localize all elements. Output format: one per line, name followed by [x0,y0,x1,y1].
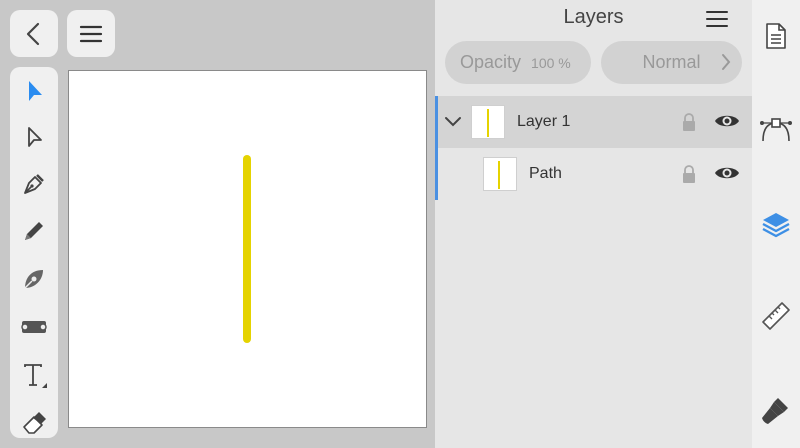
gradient-fill-icon [21,321,47,333]
eraser-icon [23,412,46,434]
layer-row[interactable]: Layer 1 [435,96,752,148]
layers-icon [762,213,790,238]
eye-icon[interactable] [714,112,740,130]
selection-marker [435,148,438,200]
layers-studio-button[interactable] [752,200,800,248]
layer-name: Path [529,165,562,182]
bezier-curve-icon [760,118,792,142]
text-icon [24,364,47,388]
transform-studio-button[interactable] [752,104,800,152]
pencil-tool[interactable] [10,209,58,253]
vector-brush-tool[interactable] [10,257,58,301]
document-canvas[interactable] [68,70,427,428]
blend-mode-value: Normal [642,52,701,72]
brushes-studio-button[interactable] [752,386,800,434]
document-icon [766,23,786,49]
brush-icon [762,398,788,424]
pen-tool[interactable] [10,162,58,206]
vector-brush-icon [24,270,43,289]
arrow-pointer-icon [29,81,42,101]
fill-tool[interactable] [10,305,58,349]
tools-toolbar [10,67,58,438]
selection-marker [435,96,438,148]
chevron-right-icon [722,54,731,70]
layer-thumbnail [471,105,505,139]
lock-icon[interactable] [682,164,696,184]
ruler-studio-button[interactable] [752,292,800,340]
layers-panel: Layers Opacity 100 % Normal Layer 1 Path [435,0,752,448]
blend-mode-control[interactable]: Normal [601,41,742,84]
chevron-left-icon [26,22,40,45]
lock-icon[interactable] [682,112,696,132]
panel-menu-button[interactable] [704,7,730,31]
opacity-label: Opacity [460,52,522,72]
yellow-path[interactable] [69,71,428,429]
ruler-icon [762,302,790,330]
pencil-icon [25,222,43,240]
move-tool[interactable] [10,69,58,113]
eraser-tool[interactable] [10,401,58,445]
eye-icon[interactable] [714,164,740,182]
text-tool[interactable] [10,353,58,397]
document-studio-button[interactable] [752,12,800,60]
main-menu-button[interactable] [67,10,115,57]
node-tool[interactable] [10,115,58,159]
opacity-control[interactable]: Opacity 100 % [445,41,591,84]
back-button[interactable] [10,10,58,57]
studio-rail [752,0,800,448]
opacity-value: 100 % [531,54,571,71]
hollow-arrow-icon [28,127,42,147]
pen-nib-icon [24,174,44,194]
layer-row[interactable]: Path [435,148,752,200]
hamburger-menu-icon [706,11,728,27]
chevron-down-icon[interactable] [444,116,462,128]
layer-name: Layer 1 [517,113,571,130]
layer-thumbnail [483,157,517,191]
hamburger-menu-icon [79,25,103,42]
